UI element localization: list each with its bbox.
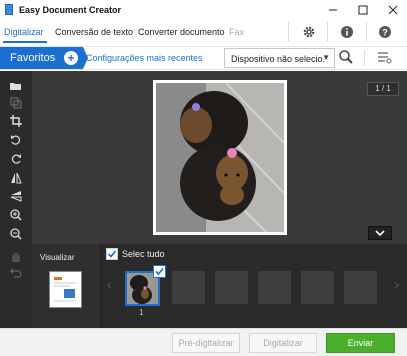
rotate-left-icon — [11, 135, 21, 145]
empty-thumbnail-slot — [258, 271, 291, 304]
app-icon — [5, 4, 13, 15]
info-button[interactable] — [338, 23, 356, 41]
favorites-bar: Favoritos + Configurações mais recentes … — [0, 46, 407, 70]
copy-button[interactable] — [9, 96, 23, 110]
tab-converter-documento[interactable]: Converter documento — [138, 27, 225, 37]
chevron-down-icon: ▼ — [322, 53, 330, 62]
visualize-label: Visualizar — [40, 253, 75, 262]
edit-toolbar-lower — [0, 244, 32, 328]
search-button[interactable] — [338, 49, 356, 67]
settings-icon — [303, 26, 315, 38]
close-button[interactable] — [379, 0, 407, 20]
tab-fax[interactable]: Fax — [229, 27, 244, 37]
undo-button[interactable] — [9, 266, 23, 280]
chevron-right-icon[interactable]: › — [394, 276, 399, 292]
zoom-out-icon — [10, 228, 22, 240]
expand-toggle-button[interactable] — [368, 226, 392, 240]
undo-icon — [10, 268, 22, 278]
favorites-panel[interactable]: Favoritos + — [0, 47, 83, 69]
help-icon: ? — [379, 26, 391, 38]
add-favorite-button[interactable]: + — [64, 51, 78, 65]
hand-button[interactable] — [9, 249, 23, 263]
list-settings-button[interactable] — [376, 49, 394, 67]
empty-thumbnail-slot — [301, 271, 334, 304]
mirror-icon — [10, 191, 22, 202]
open-folder-button[interactable] — [9, 79, 23, 93]
close-icon — [388, 5, 398, 15]
hand-icon — [12, 253, 20, 262]
flip-button[interactable] — [9, 171, 23, 185]
page-counter: 1 / 1 — [367, 82, 399, 96]
maximize-button[interactable] — [349, 0, 377, 20]
empty-thumbnail-slot — [344, 271, 377, 304]
zoom-out-button[interactable] — [9, 227, 23, 241]
thumbnail-strip: Selec tudo ‹ 1 › — [100, 244, 407, 328]
rotate-right-icon — [11, 154, 21, 164]
recent-settings-link[interactable]: Configurações mais recentes — [86, 53, 203, 63]
footer-bar: Pré-digitalizar Digitalizar Enviar — [0, 328, 407, 356]
active-tab-indicator — [3, 41, 47, 43]
scanned-photo — [156, 82, 285, 233]
toolbar-divider — [327, 22, 328, 42]
svg-text:?: ? — [382, 28, 388, 38]
list-settings-icon — [378, 52, 392, 64]
info-icon — [341, 26, 353, 38]
rotate-right-button[interactable] — [9, 152, 23, 166]
visualize-panel: Visualizar — [32, 244, 100, 328]
copy-icon — [10, 97, 22, 109]
zoom-in-icon — [10, 209, 22, 221]
edit-toolbar — [0, 71, 32, 244]
minimize-icon — [329, 9, 337, 11]
device-select-value: Dispositivo não selecio. — [231, 54, 326, 64]
window-title: Easy Document Creator — [19, 5, 122, 15]
flip-icon — [11, 172, 22, 184]
document-icon — [54, 277, 76, 302]
preview-image[interactable] — [153, 80, 287, 235]
settings-button[interactable] — [300, 23, 318, 41]
thumbnail-checkbox[interactable] — [153, 265, 166, 278]
device-select[interactable]: Dispositivo não selecio. ▼ — [224, 48, 335, 68]
search-icon — [339, 50, 353, 64]
chevron-down-icon — [375, 230, 385, 237]
help-button[interactable]: ? — [376, 23, 394, 41]
chevron-left-icon[interactable]: ‹ — [107, 276, 112, 292]
title-bar: Easy Document Creator — [0, 0, 407, 20]
select-all-label: Selec tudo — [122, 249, 165, 259]
prescan-button[interactable]: Pré-digitalizar — [172, 333, 240, 353]
empty-thumbnail-slot — [172, 271, 205, 304]
maximize-icon — [358, 5, 368, 15]
thumbnail-number: 1 — [139, 308, 144, 317]
minimize-button[interactable] — [319, 0, 347, 20]
preview-area: 1 / 1 — [32, 71, 407, 244]
checkmark-icon — [107, 250, 117, 258]
checkmark-icon — [155, 267, 164, 276]
select-all-checkbox[interactable] — [106, 248, 118, 260]
zoom-in-button[interactable] — [9, 208, 23, 222]
toolbar-divider — [366, 22, 367, 42]
favorites-label: Favoritos — [10, 52, 56, 64]
crop-button[interactable] — [9, 114, 23, 128]
tab-conversao-texto[interactable]: Conversão de texto — [55, 27, 133, 37]
mirror-button[interactable] — [9, 189, 23, 203]
tab-digitalizar[interactable]: Digitalizar — [4, 27, 44, 37]
crop-icon — [10, 115, 22, 127]
scan-button[interactable]: Digitalizar — [249, 333, 317, 353]
open-folder-icon — [10, 83, 21, 90]
toolbar-divider — [288, 22, 289, 42]
empty-thumbnail-slot — [215, 271, 248, 304]
document-preview-thumbnail[interactable] — [49, 271, 82, 308]
favbar-divider — [364, 50, 365, 66]
rotate-left-button[interactable] — [9, 133, 23, 147]
send-button[interactable]: Enviar — [326, 333, 395, 353]
